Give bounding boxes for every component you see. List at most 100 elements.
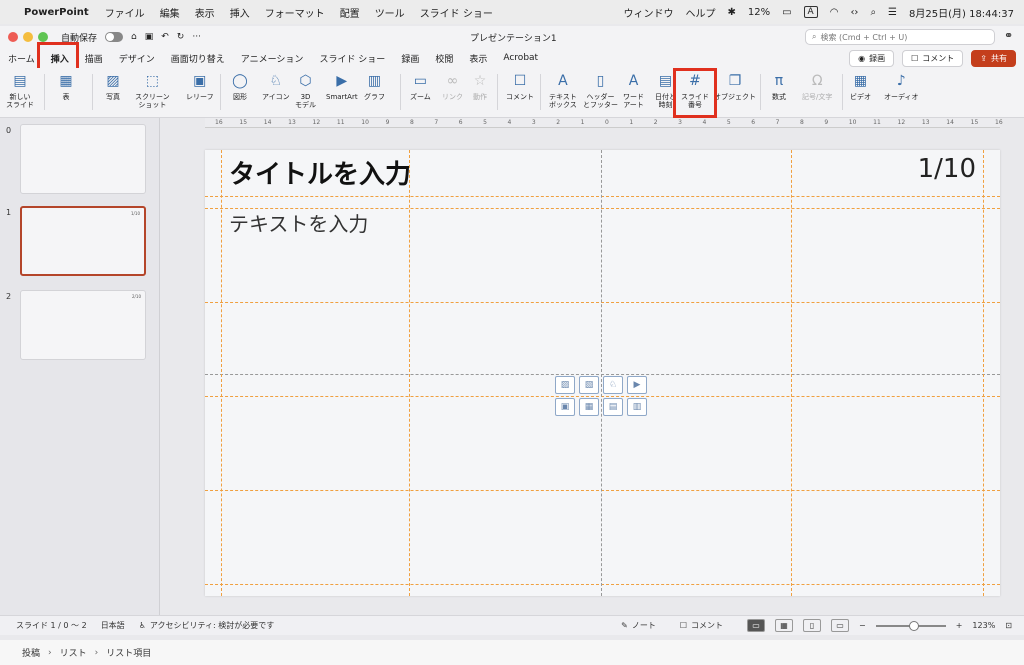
save-icon[interactable]: ▣: [145, 32, 154, 42]
menu-tools[interactable]: ツール: [375, 5, 405, 20]
menu-window[interactable]: ウィンドウ: [623, 5, 673, 20]
insert-table-icon[interactable]: ▤: [603, 398, 623, 416]
insert-picture-icon[interactable]: ▨: [555, 376, 575, 394]
slide-canvas[interactable]: タイトルを入力 1/10 テキストを入力 ▨ ▧ ♘ ▶ ▣ ▦ ▤ ▥: [205, 150, 1000, 596]
menu-view[interactable]: 表示: [195, 5, 215, 20]
insert-icon-icon[interactable]: ♘: [603, 376, 623, 394]
notes-icon: ✎: [621, 621, 628, 630]
insert-online-picture-icon[interactable]: ▧: [579, 376, 599, 394]
comment-button[interactable]: ☐ コメント: [506, 72, 534, 101]
table-button[interactable]: ▦ 表: [56, 72, 76, 101]
link-button[interactable]: ∞ リンク: [442, 72, 463, 101]
slideshow-view-button[interactable]: ▭: [831, 619, 850, 632]
zoom-out-button[interactable]: −: [859, 621, 866, 630]
app-name[interactable]: PowerPoint: [24, 7, 89, 18]
cameo-button[interactable]: ▣ レリーフ: [186, 72, 214, 101]
breadcrumb-item[interactable]: リスト: [60, 646, 87, 659]
tab-view[interactable]: 表示: [469, 52, 487, 65]
equation-button[interactable]: π 数式: [769, 72, 789, 101]
tab-home[interactable]: ホーム: [8, 52, 35, 65]
close-window-button[interactable]: [8, 32, 18, 42]
video-button[interactable]: ▦ ビデオ: [850, 72, 871, 101]
reading-view-button[interactable]: ▯: [803, 619, 822, 632]
menu-insert[interactable]: 挿入: [230, 5, 250, 20]
normal-view-button[interactable]: ▭: [747, 619, 766, 632]
fit-to-window-icon[interactable]: ⊡: [1005, 621, 1012, 630]
chart-icon: ▥: [367, 73, 382, 89]
insert-video-icon[interactable]: ▦: [579, 398, 599, 416]
tab-slideshow[interactable]: スライド ショー: [319, 52, 385, 65]
ruler-tick: 3: [678, 119, 682, 126]
tab-record[interactable]: 録画: [401, 52, 419, 65]
zoom-level[interactable]: 123%: [972, 621, 995, 630]
zoom-button[interactable]: ▭ ズーム: [410, 72, 431, 101]
textbox-button[interactable]: A テキスト ボックス: [549, 72, 577, 109]
tab-review[interactable]: 校閲: [435, 52, 453, 65]
object-button[interactable]: ❐ オブジェクト: [714, 72, 756, 101]
search-box[interactable]: ⌕ 検索 (Cmd + Ctrl + U): [805, 29, 995, 45]
zoom-in-button[interactable]: +: [956, 621, 963, 630]
autosave-toggle[interactable]: [105, 32, 124, 42]
new-slide-button[interactable]: ▤ 新しい スライド: [6, 72, 34, 109]
record-button[interactable]: ◉ 録画: [849, 49, 895, 67]
breadcrumb-item[interactable]: 投稿: [22, 646, 40, 659]
insert-cameo-icon[interactable]: ▣: [555, 398, 575, 416]
symbol-button[interactable]: Ω 記号/文字: [802, 72, 832, 101]
ruler-tick: 6: [751, 119, 756, 126]
slide-sorter-button[interactable]: ▦: [775, 619, 794, 632]
more-icon[interactable]: ···: [192, 32, 201, 42]
screenshot-button[interactable]: ⬚ スクリーン ショット: [135, 72, 170, 109]
thumbnail-slide[interactable]: [20, 124, 146, 194]
control-center-icon[interactable]: ☰: [888, 7, 897, 18]
menu-edit[interactable]: 編集: [160, 5, 180, 20]
undo-icon[interactable]: ↶: [161, 32, 169, 42]
comments-status-button[interactable]: ☐ コメント: [680, 620, 723, 631]
wifi-icon[interactable]: ◠: [830, 7, 839, 18]
pictures-button[interactable]: ▨ 写真: [103, 72, 123, 101]
menu-format[interactable]: フォーマット: [265, 5, 325, 20]
zoom-slider[interactable]: [875, 620, 946, 631]
smartart-button[interactable]: ▶ SmartArt: [326, 72, 358, 101]
breadcrumb-item[interactable]: リスト項目: [106, 646, 151, 659]
tab-animations[interactable]: アニメーション: [241, 52, 304, 65]
menu-help[interactable]: ヘルプ: [685, 5, 715, 20]
menu-slideshow[interactable]: スライド ショー: [420, 5, 493, 20]
tab-acrobat[interactable]: Acrobat: [503, 53, 538, 63]
share-button[interactable]: ⇪ 共有: [971, 49, 1016, 67]
comments-button[interactable]: ☐ コメント: [902, 49, 964, 67]
menu-arrange[interactable]: 配置: [340, 5, 360, 20]
3d-models-button[interactable]: ⬡ 3D モデル: [295, 72, 316, 109]
battery-icon[interactable]: ▭: [782, 7, 791, 18]
spotlight-icon[interactable]: ⌕: [870, 7, 876, 18]
chart-button[interactable]: ▥ グラフ: [364, 72, 385, 101]
tab-transitions[interactable]: 画面切り替え: [171, 52, 225, 65]
menu-file[interactable]: ファイル: [105, 5, 145, 20]
header-footer-button[interactable]: ▯ ヘッダー とフッター: [583, 72, 618, 109]
insert-chart-icon[interactable]: ▥: [627, 398, 647, 416]
action-button[interactable]: ☆ 動作: [470, 72, 490, 101]
bluetooth-icon[interactable]: ✱: [727, 7, 735, 18]
accessibility-status[interactable]: ♿ アクセシビリティ: 検討が必要です: [139, 620, 275, 631]
tab-design[interactable]: デザイン: [119, 52, 155, 65]
slide-title[interactable]: タイトルを入力: [229, 154, 411, 191]
thumbnail-slide-selected[interactable]: 1/10: [20, 206, 146, 276]
language-indicator[interactable]: 日本語: [101, 620, 125, 631]
account-icon[interactable]: ⚭: [1004, 29, 1013, 42]
input-mode-icon[interactable]: A: [803, 6, 818, 18]
code-icon[interactable]: ‹›: [850, 7, 858, 18]
wordart-button[interactable]: A ワード アート: [623, 72, 644, 109]
slide-page-number[interactable]: 1/10: [918, 154, 976, 184]
notes-button[interactable]: ✎ ノート: [621, 620, 656, 631]
slide-body-text[interactable]: テキストを入力: [229, 208, 368, 237]
home-icon[interactable]: ⌂: [131, 32, 137, 42]
icons-button[interactable]: ♘ アイコン: [262, 72, 290, 101]
insert-smartart-icon[interactable]: ▶: [627, 376, 647, 394]
shapes-button[interactable]: ◯ 図形: [230, 72, 250, 101]
audio-button[interactable]: ♪ オーディオ: [884, 72, 919, 101]
tab-draw[interactable]: 描画: [85, 52, 103, 65]
thumbnail-slide[interactable]: 2/10: [20, 290, 146, 360]
redo-icon[interactable]: ↻: [177, 32, 185, 42]
clock[interactable]: 8月25日(月) 18:44:37: [909, 5, 1014, 20]
zoom-window-button[interactable]: [38, 32, 48, 42]
minimize-window-button[interactable]: [23, 32, 33, 42]
